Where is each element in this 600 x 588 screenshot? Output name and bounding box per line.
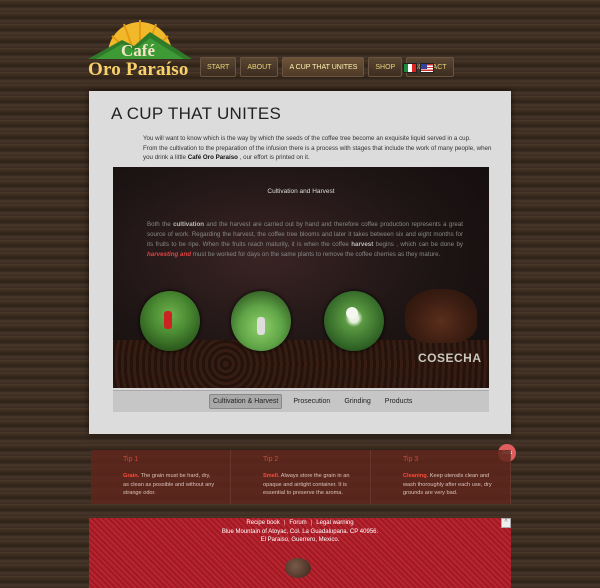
- footer: Recipe book | Forum | Legal warning Blue Mou…: [89, 518, 511, 588]
- usa-flag-icon[interactable]: [420, 63, 434, 73]
- nav-shop[interactable]: SHOP: [368, 57, 403, 77]
- coffee-sack-image: [405, 289, 477, 343]
- brand-logo[interactable]: Café Oro Paraíso: [88, 14, 192, 84]
- intro-brand: Café Oro Paraíso: [187, 154, 238, 161]
- viewer-text: begins , which can be done by: [375, 241, 463, 248]
- viewer-bold: cultivation: [173, 221, 205, 228]
- footer-link-recipe-book[interactable]: Recipe book: [246, 520, 279, 526]
- viewer-bold: harvest: [351, 241, 374, 248]
- tip-key: Grain.: [123, 473, 140, 479]
- footer-link-legal[interactable]: Legal warning: [316, 520, 353, 526]
- page-title: A CUP THAT UNITES: [111, 104, 282, 123]
- viewer-description: Both the cultivation and the harvest are…: [147, 220, 463, 260]
- tab-prosecution[interactable]: Prosecution: [290, 395, 333, 408]
- process-viewer: Cultivation and Harvest Both the cultiva…: [113, 167, 489, 388]
- tip-card: Tip 2 Smell. Always store the grain in a…: [231, 450, 371, 504]
- tab-products[interactable]: Products: [382, 395, 416, 408]
- process-tabs: Cultivation & Harvest Prosecution Grindi…: [113, 390, 489, 412]
- scroll-top-icon[interactable]: ^: [501, 518, 511, 528]
- brand-line-1: Café: [121, 41, 155, 60]
- nav-start[interactable]: START: [200, 57, 237, 77]
- viewer-caption: COSECHA: [418, 351, 482, 365]
- farmer-photo: [140, 291, 200, 351]
- tip-text: Smell. Always store the grain in an opaq…: [263, 472, 356, 498]
- tip-key: Cleaning.: [403, 473, 429, 479]
- viewer-text: Both the: [147, 221, 171, 228]
- tip-title: Tip 3: [403, 456, 419, 463]
- viewer-title: Cultivation and Harvest: [267, 188, 335, 195]
- viewer-text: must be worked for days on the same plan…: [192, 251, 441, 258]
- content-panel: A CUP THAT UNITES You will want to know …: [89, 91, 511, 434]
- language-switcher: [403, 63, 434, 73]
- viewer-highlight: harvesting and: [147, 251, 192, 258]
- intro-line-1: You will want to know which is the way b…: [143, 135, 471, 142]
- nav-about[interactable]: ABOUT: [240, 57, 279, 77]
- tip-text: Cleaning. Keep utensils clean and wash t…: [403, 472, 496, 498]
- tip-text: Grain. The grain must be hard, dry, as c…: [123, 472, 216, 498]
- field-photo: [231, 291, 291, 351]
- coffee-bean-image: [285, 558, 311, 578]
- tips-strip: Tip 1 Grain. The grain must be hard, dry…: [91, 450, 511, 504]
- coffee-blossom-photo: [324, 291, 384, 351]
- tip-title: Tip 2: [263, 456, 279, 463]
- mexico-flag-icon[interactable]: [403, 63, 417, 73]
- footer-city: El Paraiso, Guerrero, Mexico.: [260, 537, 340, 543]
- tip-title: Tip 1: [123, 456, 139, 463]
- footer-link-forum[interactable]: Forum: [289, 520, 306, 526]
- tip-card: Tip 1 Grain. The grain must be hard, dry…: [91, 450, 231, 504]
- footer-address: Blue Mountain of Atoyac, Col. La Guadalu…: [221, 529, 379, 535]
- brand-line-2: Oro Paraíso: [88, 59, 189, 80]
- tip-key: Smell.: [263, 473, 280, 479]
- nav-cup-that-unites[interactable]: A CUP THAT UNITES: [282, 57, 365, 77]
- intro-text: You will want to know which is the way b…: [143, 134, 503, 163]
- intro-line-3: , our effort is printed on it.: [239, 154, 310, 161]
- tip-card: Tip 3 Cleaning. Keep utensils clean and …: [371, 450, 511, 504]
- footer-links: Recipe book | Forum | Legal warning: [246, 520, 354, 526]
- tab-grinding[interactable]: Grinding: [341, 395, 373, 408]
- tab-cultivation-harvest[interactable]: Cultivation & Harvest: [209, 394, 283, 409]
